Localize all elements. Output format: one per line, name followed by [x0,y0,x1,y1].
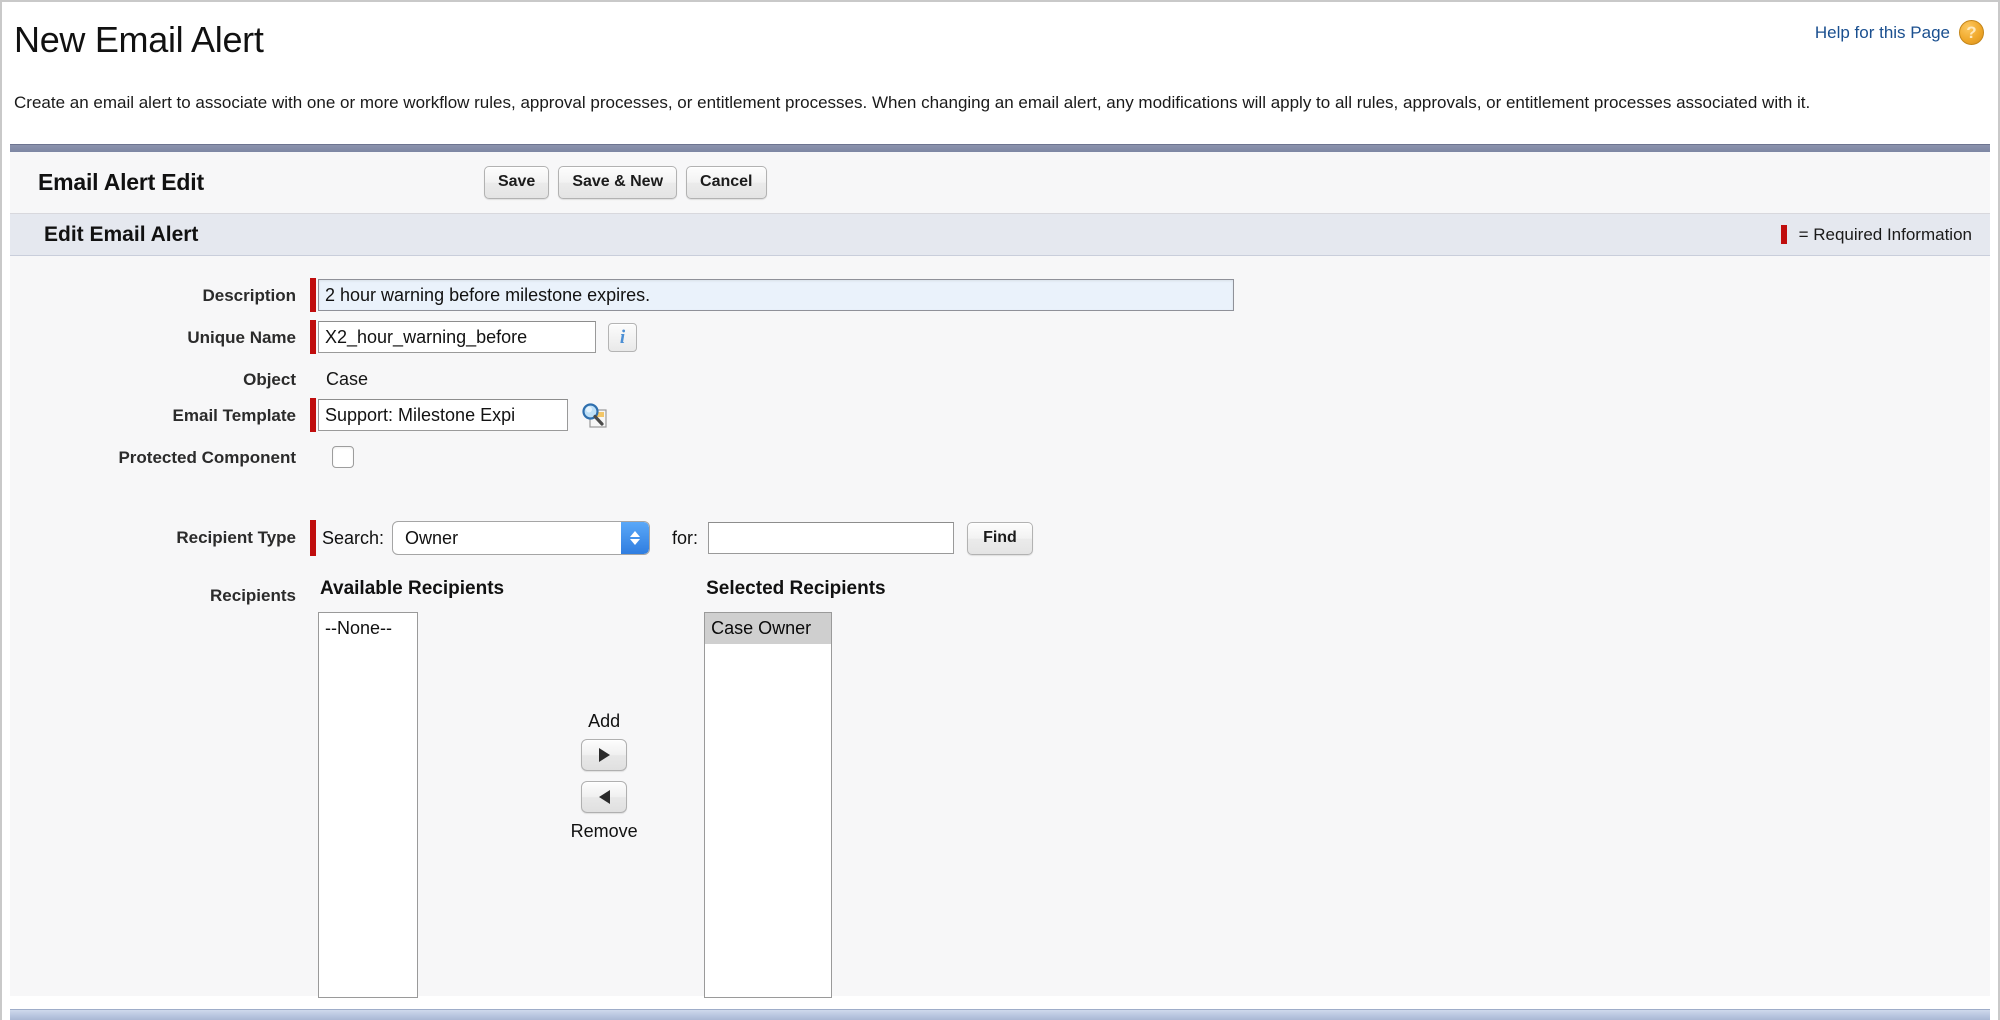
available-recipients-heading: Available Recipients [320,578,505,599]
find-button[interactable]: Find [967,521,1033,555]
subsection-title: Edit Email Alert [44,222,199,246]
selected-recipients-heading: Selected Recipients [706,578,886,599]
remove-label: Remove [570,821,638,841]
protected-component-label: Protected Component [118,448,296,467]
page-footer-bar [10,1009,1990,1020]
section-title: Email Alert Edit [38,169,204,195]
required-marker-unique-name [310,320,316,354]
help-question-icon[interactable]: ? [1959,20,1984,45]
recipient-type-field-wrap: Search: Owner for: Find [310,520,1033,556]
required-marker-recipient-type [310,520,316,556]
page-description: Create an email alert to associate with … [14,93,1811,112]
row-object: Object Case [10,362,1990,390]
list-item[interactable]: Case Owner [705,613,832,644]
info-icon[interactable]: i [608,322,637,352]
row-recipient-type: Recipient Type Search: Owner for: Find [10,520,1990,556]
email-template-input[interactable] [318,399,568,431]
unique-name-input[interactable] [318,321,596,353]
row-description: Description [10,278,1990,312]
form-body: Description Unique Name i Object Case [10,256,1990,998]
arrow-right-icon [598,748,610,762]
recipient-type-selected-value: Owner [405,527,459,548]
email-template-label: Email Template [172,406,296,425]
recipient-type-select[interactable]: Owner [392,521,651,555]
row-recipients: Recipients Available Recipients --None--… [10,578,1990,998]
subsection-header: Edit Email Alert = Required Information [10,214,1990,256]
selected-recipients-col: Selected Recipients Case Owner [704,578,886,998]
recipients-field-wrap: Available Recipients --None-- Add Remove… [310,578,886,998]
save-and-new-button[interactable]: Save & New [558,166,678,199]
description-label: Description [202,286,296,305]
recipient-search-input[interactable] [708,522,955,554]
arrow-left-icon [598,790,610,804]
for-label: for: [672,528,699,548]
email-template-field-wrap [310,398,609,432]
page-title: New Email Alert [14,19,264,60]
search-label: Search: [322,528,385,548]
remove-button[interactable] [581,781,628,813]
description-field-wrap [310,278,1234,312]
required-marker-description [310,278,316,312]
button-group: Save Save & New Cancel [483,166,767,199]
page-header: New Email Alert Help for this Page ? Cre… [2,2,1998,144]
row-unique-name: Unique Name i [10,320,1990,354]
email-alert-page: New Email Alert Help for this Page ? Cre… [0,0,2000,1020]
row-email-template: Email Template [10,398,1990,432]
available-recipients-col: Available Recipients --None-- [318,578,504,998]
object-label: Object [243,370,296,389]
available-recipients-listbox[interactable]: --None-- [318,612,418,998]
help-link[interactable]: Help for this Page [1815,23,1950,43]
button-bar: Email Alert Edit Save Save & New Cancel [10,152,1990,214]
help-for-this-page[interactable]: Help for this Page ? [1815,20,1984,45]
row-protected-component: Protected Component [10,440,1990,468]
required-marker-email-template [310,398,316,432]
selected-recipients-listbox[interactable]: Case Owner [704,612,833,998]
object-value: Case [326,369,369,389]
protected-component-checkbox[interactable] [332,446,354,468]
recipient-type-label: Recipient Type [176,528,296,547]
lookup-search-icon[interactable] [579,400,609,430]
description-input[interactable] [318,279,1234,311]
dual-listbox: Available Recipients --None-- Add Remove… [310,578,886,998]
chevron-updown-icon [621,522,650,554]
object-field-wrap: Case [310,362,368,390]
add-label: Add [588,711,621,731]
required-legend-text: = Required Information [1798,224,1972,244]
add-remove-controls: Add Remove [504,578,704,844]
protected-component-field-wrap [310,440,354,468]
recipients-label: Recipients [210,586,296,605]
add-button[interactable] [581,739,628,771]
required-marker-icon [1780,225,1787,244]
unique-name-label: Unique Name [187,328,296,347]
list-item[interactable]: --None-- [319,613,417,644]
save-button[interactable]: Save [483,166,550,199]
unique-name-field-wrap: i [310,320,637,354]
required-information-legend: = Required Information [1780,224,1972,245]
cancel-button[interactable]: Cancel [686,166,767,199]
page-bar-accent [10,144,1990,152]
